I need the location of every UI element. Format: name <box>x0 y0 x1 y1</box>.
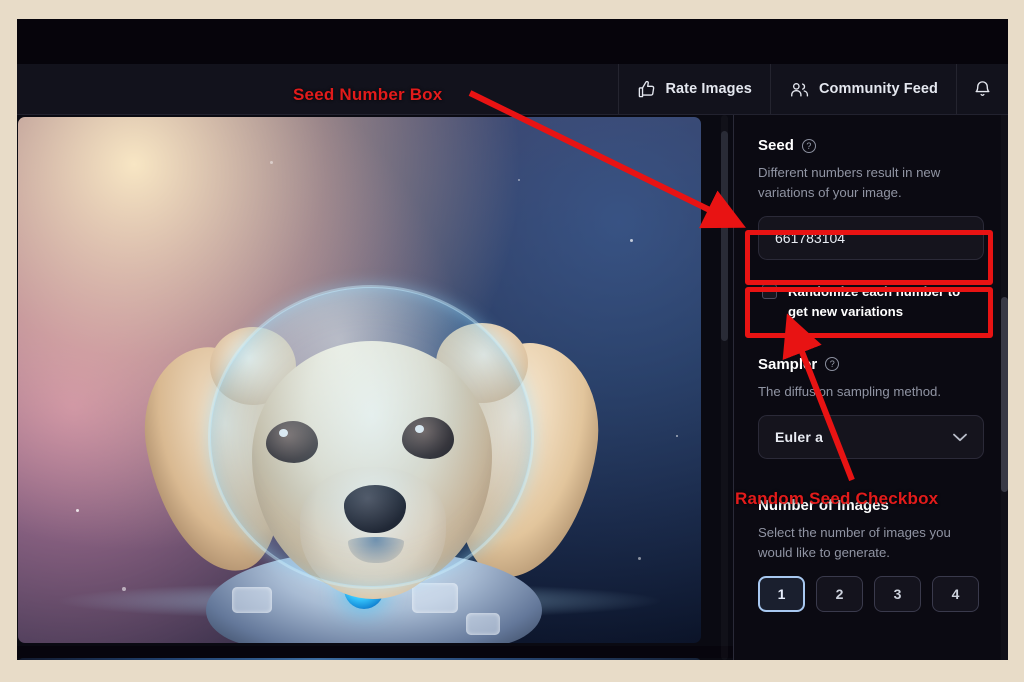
settings-panel: Seed ? Different numbers result in new v… <box>733 115 1008 660</box>
astronaut-helmet-rim <box>208 285 534 589</box>
seed-help-icon[interactable]: ? <box>801 138 816 153</box>
sampler-select[interactable]: Euler a <box>758 414 984 459</box>
number-of-images-title: Number of Images <box>758 496 889 514</box>
sampler-selected-value: Euler a <box>775 428 824 445</box>
number-of-images-option-3[interactable]: 3 <box>874 575 921 612</box>
number-of-images-option-2[interactable]: 2 <box>816 575 863 612</box>
seed-heading: Seed ? <box>758 137 984 154</box>
seed-input-value: 661783104 <box>775 230 846 247</box>
nav-item-label: Rate Images <box>665 81 752 97</box>
image-pane-scrollbar-thumb[interactable] <box>721 131 728 341</box>
number-of-images-section: Number of Images Select the number of im… <box>758 497 984 612</box>
sampler-section: Sampler ? The diffusion sampling method.… <box>758 356 984 459</box>
suit-panel <box>412 583 458 613</box>
nav-item-label: Community Feed <box>818 81 938 97</box>
thumbs-up-icon <box>637 80 656 99</box>
suit-panel <box>466 613 500 635</box>
number-of-images-option-4[interactable]: 4 <box>932 575 979 612</box>
settings-panel-scrollbar-thumb[interactable] <box>1001 297 1008 492</box>
number-of-images-options: 1 2 3 4 <box>758 575 984 612</box>
chevron-down-icon <box>953 429 967 445</box>
number-of-images-option-1[interactable]: 1 <box>758 575 805 612</box>
bell-icon <box>973 79 992 99</box>
app-screenshot: Rate Images Community Feed Seed ? Differ… <box>17 19 1008 660</box>
randomize-seed-label: Randomize each number to get new variati… <box>788 284 961 319</box>
seed-input[interactable]: 661783104 <box>758 216 984 261</box>
window-top-strip <box>17 19 1008 64</box>
sampler-title: Sampler <box>758 355 818 373</box>
image-preview-pane <box>17 115 733 660</box>
top-navigation-bar: Rate Images Community Feed <box>17 64 1008 115</box>
notifications-button[interactable] <box>956 64 1008 114</box>
nav-item-rate-images[interactable]: Rate Images <box>618 64 770 114</box>
randomize-seed-checkbox[interactable] <box>762 284 777 300</box>
suit-panel <box>232 587 272 613</box>
generated-image-next-peek[interactable] <box>18 658 701 660</box>
randomize-seed-row[interactable]: Randomize each number to get new variati… <box>758 278 984 322</box>
nav-item-community-feed[interactable]: Community Feed <box>769 64 956 114</box>
number-of-images-description: Select the number of images you would li… <box>758 524 951 560</box>
generated-image-primary[interactable] <box>18 117 701 643</box>
puppy-astronaut-subject <box>129 235 612 643</box>
image-gap <box>17 646 733 658</box>
seed-title: Seed <box>758 137 794 154</box>
seed-section: Seed ? Different numbers result in new v… <box>758 137 984 322</box>
seed-description: Different numbers result in new variatio… <box>758 165 941 201</box>
sampler-help-icon[interactable]: ? <box>825 357 840 372</box>
people-icon <box>789 80 810 99</box>
sampler-description: The diffusion sampling method. <box>758 383 942 399</box>
number-of-images-heading: Number of Images <box>758 497 984 514</box>
sampler-heading: Sampler ? <box>758 356 984 373</box>
